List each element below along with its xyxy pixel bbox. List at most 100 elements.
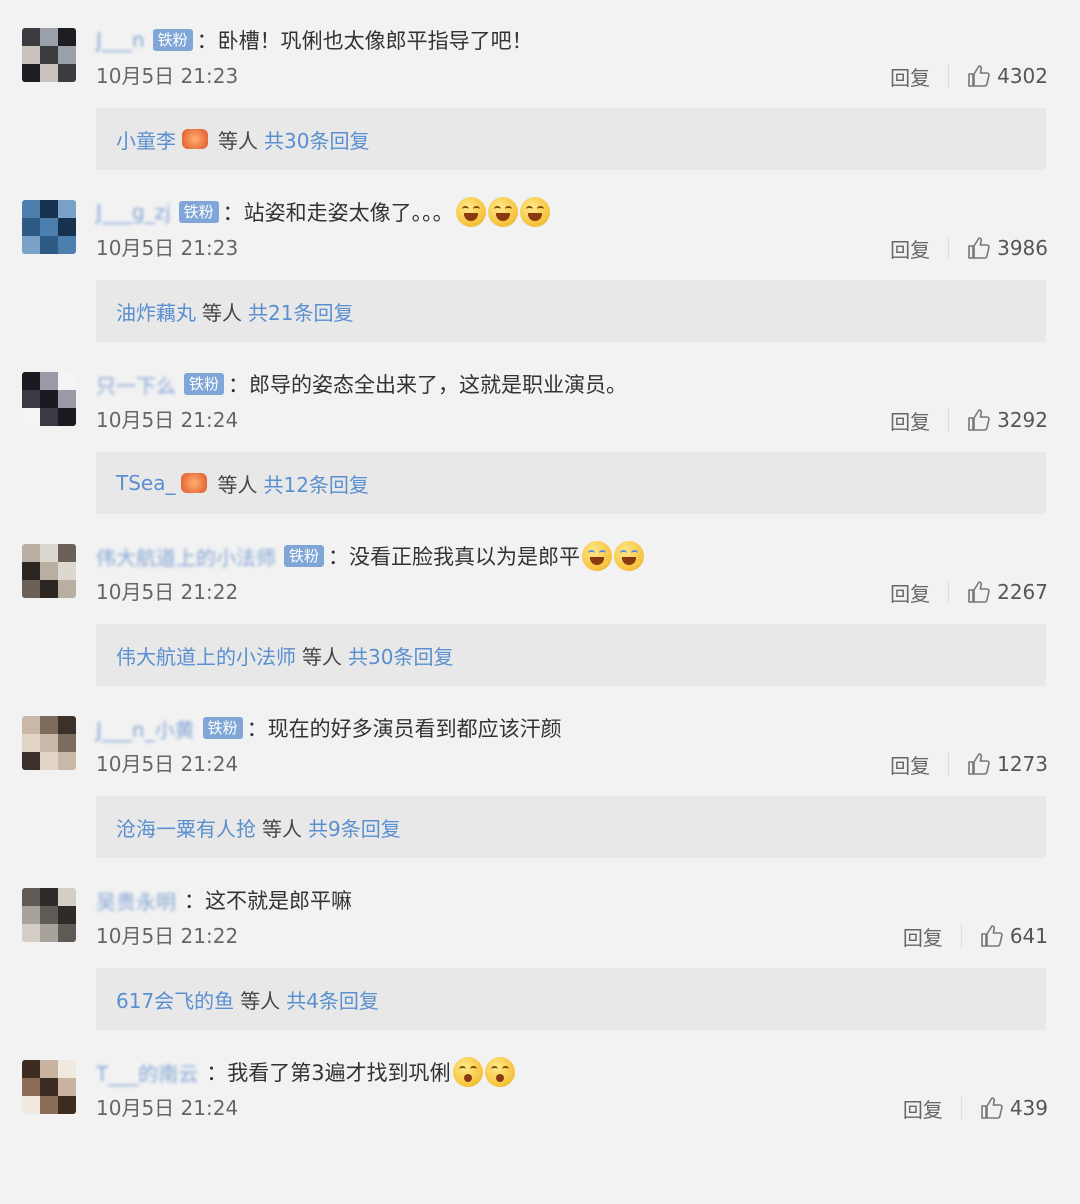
divider xyxy=(948,752,950,776)
reply-user-link[interactable]: TSea_ xyxy=(116,471,175,495)
username-link[interactable]: J___n xyxy=(96,28,145,52)
comment-actions: 回复 4302 xyxy=(890,60,1048,92)
like-button[interactable]: 641 xyxy=(980,924,1048,948)
comment-actions: 回复 439 xyxy=(903,1092,1048,1124)
fan-badge: 铁粉 xyxy=(178,201,219,223)
reply-user-link[interactable]: 小童李 xyxy=(116,125,176,154)
replies-summary[interactable]: 小童李 等人 共30条回复 xyxy=(96,108,1046,170)
avatar[interactable] xyxy=(22,1060,76,1114)
comment-text: 没看正脸我真以为是郎平 xyxy=(349,545,581,569)
comment-header: J___g_zj 铁粉：站姿和走姿太像了。。。 xyxy=(96,196,550,228)
fan-badge: 铁粉 xyxy=(284,545,325,567)
emoji-icon xyxy=(452,1057,483,1087)
comment-header: 吴贵永明 ：这不就是郎平嘛 xyxy=(96,884,352,916)
fan-badge: 铁粉 xyxy=(184,373,225,395)
like-button[interactable]: 3986 xyxy=(967,236,1048,260)
avatar[interactable] xyxy=(22,888,76,942)
like-count: 1273 xyxy=(997,752,1048,776)
replies-summary[interactable]: 617会飞的鱼 等人 共4条回复 xyxy=(96,968,1046,1030)
like-button[interactable]: 3292 xyxy=(967,408,1048,432)
reply-count-link[interactable]: 共12条回复 xyxy=(263,469,368,498)
like-icon xyxy=(981,1097,1003,1119)
comment-actions: 回复 3292 xyxy=(890,404,1048,436)
like-icon xyxy=(968,237,990,259)
reply-etc-label: 等人 xyxy=(218,128,258,153)
like-button[interactable]: 4302 xyxy=(967,64,1048,88)
reply-user-link[interactable]: 沧海一粟有人抢 xyxy=(116,813,256,842)
replies-summary[interactable]: TSea_ 等人 共12条回复 xyxy=(96,452,1046,514)
reply-count-link[interactable]: 共4条回复 xyxy=(286,985,379,1014)
comment-item: T___的南云 ：我看了第3遍才找到巩俐 10月5日 21:24 回复 439 xyxy=(0,1032,1080,1204)
comment-actions: 回复 2267 xyxy=(890,576,1048,608)
comment-header: J___n 铁粉：卧槽！巩俐也太像郎平指导了吧！ xyxy=(96,24,533,56)
replies-summary[interactable]: 沧海一粟有人抢 等人 共9条回复 xyxy=(96,796,1046,858)
reply-button[interactable]: 回复 xyxy=(890,234,930,263)
comment-colon: ： xyxy=(246,717,268,741)
comment-item: J___n 铁粉：卧槽！巩俐也太像郎平指导了吧！ 10月5日 21:23 回复 4302… xyxy=(0,0,1080,172)
like-button[interactable]: 2267 xyxy=(967,580,1048,604)
comment-colon: ： xyxy=(222,201,244,225)
reply-button[interactable]: 回复 xyxy=(890,750,930,779)
comment-timestamp: 10月5日 21:23 xyxy=(96,64,239,88)
reply-user-link[interactable]: 伟大航道上的小法师 xyxy=(116,641,296,670)
reply-button[interactable]: 回复 xyxy=(890,406,930,435)
comment-list: J___n 铁粉：卧槽！巩俐也太像郎平指导了吧！ 10月5日 21:23 回复 4302… xyxy=(0,0,1080,1148)
reply-count-link[interactable]: 共9条回复 xyxy=(308,813,401,842)
avatar[interactable] xyxy=(22,372,76,426)
avatar[interactable] xyxy=(22,716,76,770)
comment-actions: 回复 641 xyxy=(903,920,1048,952)
comment-actions: 回复 1273 xyxy=(890,748,1048,780)
comment-item: 只一下么 铁粉：郎导的姿态全出来了，这就是职业演员。 10月5日 21:24 回复 32… xyxy=(0,344,1080,516)
emoji-icon xyxy=(582,541,613,571)
comment-colon: ： xyxy=(206,1061,228,1085)
reply-count-link[interactable]: 共30条回复 xyxy=(348,641,453,670)
comment-header: T___的南云 ：我看了第3遍才找到巩俐 xyxy=(96,1056,515,1088)
reply-user-link[interactable]: 油炸藕丸 xyxy=(116,297,196,326)
avatar[interactable] xyxy=(22,200,76,254)
username-link[interactable]: J___n_小黄 xyxy=(96,714,195,743)
like-button[interactable]: 439 xyxy=(980,1096,1048,1120)
replies-summary[interactable]: 油炸藕丸 等人 共21条回复 xyxy=(96,280,1046,342)
comment-text: 卧槽！巩俐也太像郎平指导了吧！ xyxy=(217,29,533,53)
emoji-icon xyxy=(614,541,645,571)
comment-timestamp: 10月5日 21:24 xyxy=(96,408,239,432)
replies-summary[interactable]: 伟大航道上的小法师 等人 共30条回复 xyxy=(96,624,1046,686)
reply-button[interactable]: 回复 xyxy=(890,578,930,607)
comment-timestamp: 10月5日 21:23 xyxy=(96,236,239,260)
like-icon xyxy=(981,925,1003,947)
reply-etc-label: 等人 xyxy=(302,644,342,669)
comment-item: 吴贵永明 ：这不就是郎平嘛 10月5日 21:22 回复 641 617会飞的鱼 等人 共4条… xyxy=(0,860,1080,1032)
username-link[interactable]: J___g_zj xyxy=(96,200,171,224)
reply-etc-label: 等人 xyxy=(240,988,281,1013)
divider xyxy=(960,924,962,948)
comment-colon: ： xyxy=(328,545,350,569)
reply-etc-label: 等人 xyxy=(217,472,258,497)
comment-header: J___n_小黄 铁粉：现在的好多演员看到都应该汗颜 xyxy=(96,712,562,744)
avatar[interactable] xyxy=(22,28,76,82)
like-count: 2267 xyxy=(997,580,1048,604)
like-button[interactable]: 1273 xyxy=(967,752,1048,776)
divider xyxy=(948,408,950,432)
fan-badge: 铁粉 xyxy=(202,717,243,739)
comment-timestamp: 10月5日 21:22 xyxy=(96,580,239,604)
reply-button[interactable]: 回复 xyxy=(903,1094,943,1123)
comment-timestamp: 10月5日 21:24 xyxy=(96,1096,239,1120)
username-link[interactable]: 吴贵永明 xyxy=(96,886,176,915)
comment-text: 站姿和走姿太像了。。。 xyxy=(243,201,454,225)
comment-timestamp: 10月5日 21:24 xyxy=(96,752,239,776)
comment-timestamp: 10月5日 21:22 xyxy=(96,924,239,948)
reply-user-link[interactable]: 617会飞的鱼 xyxy=(116,985,234,1014)
username-link[interactable]: 只一下么 xyxy=(96,370,176,399)
emoji-icon xyxy=(519,197,550,227)
like-icon xyxy=(968,753,990,775)
comment-actions: 回复 3986 xyxy=(890,232,1048,264)
like-icon xyxy=(968,409,990,431)
reply-button[interactable]: 回复 xyxy=(890,62,930,91)
reply-button[interactable]: 回复 xyxy=(903,922,943,951)
username-link[interactable]: T___的南云 xyxy=(96,1058,198,1087)
reply-count-link[interactable]: 共21条回复 xyxy=(248,297,353,326)
username-link[interactable]: 伟大航道上的小法师 xyxy=(96,542,276,571)
avatar[interactable] xyxy=(22,544,76,598)
comment-item: 伟大航道上的小法师 铁粉：没看正脸我真以为是郎平 10月5日 21:22 回复 2267… xyxy=(0,516,1080,688)
reply-count-link[interactable]: 共30条回复 xyxy=(264,125,369,154)
